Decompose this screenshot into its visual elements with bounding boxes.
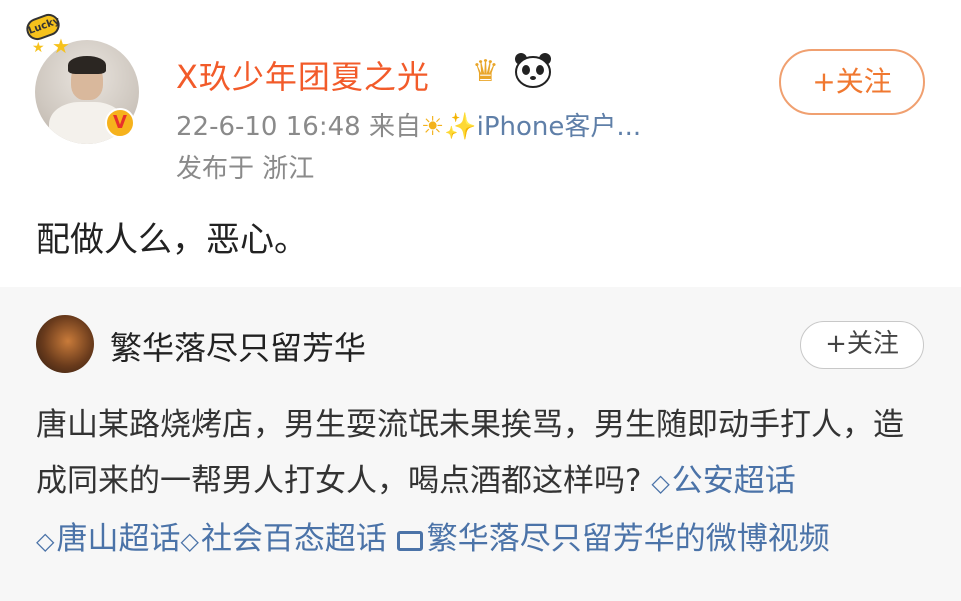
star-icon: ★	[52, 34, 70, 58]
crown-icon: ♛	[472, 54, 499, 89]
video-link[interactable]: 繁华落尽只留芳华的微博视频	[396, 521, 830, 557]
lucky-sticker-icon: Lucky ★ ★	[23, 10, 72, 58]
repost-follow-button[interactable]: +关注	[800, 321, 924, 369]
repost-content: 唐山某路烧烤店，男生耍流氓未果挨骂，男生随即动手打人，造成同来的一帮男人打女人，…	[36, 397, 926, 569]
diamond-icon: ◇	[651, 469, 670, 497]
supertopic-label: 唐山超话	[56, 521, 181, 557]
reposted-card[interactable]: 繁华落尽只留芳华 +关注 唐山某路烧烤店，男生耍流氓未果挨骂，男生随即动手打人，…	[0, 287, 961, 601]
source-link[interactable]: iPhone客户...	[477, 112, 642, 142]
post-content: 配做人么，恶心。	[36, 220, 308, 260]
diamond-icon: ◇	[180, 527, 199, 555]
supertopic-label: 公安超话	[671, 463, 796, 499]
post-meta: 22-6-10 16:48 来自☀✨iPhone客户...	[176, 106, 641, 143]
panda-icon	[515, 53, 551, 88]
follow-button[interactable]: +关注	[779, 49, 925, 115]
supertopic-link[interactable]: ◇公安超话	[651, 463, 795, 499]
video-link-label: 繁华落尽只留芳华的微博视频	[426, 521, 830, 557]
supertopic-link[interactable]: ◇唐山超话	[36, 521, 180, 557]
verified-badge-icon: V	[105, 108, 135, 138]
post-location: 发布于 浙江	[176, 154, 315, 184]
supertopic-link[interactable]: ◇社会百态超话	[180, 521, 386, 557]
weibo-post: Lucky ★ ★ V X玖少年团夏之光 ♛ 22-6-10 16:48 来自☀…	[0, 0, 961, 287]
source-prefix: 来自	[368, 112, 421, 142]
supertopic-label: 社会百态超话	[200, 521, 387, 557]
repost-username[interactable]: 繁华落尽只留芳华	[110, 323, 366, 369]
post-username[interactable]: X玖少年团夏之光	[176, 52, 430, 98]
repost-avatar[interactable]	[36, 315, 94, 373]
avatar-hair	[68, 56, 106, 74]
star-icon: ★	[32, 40, 45, 56]
sparkle-icon: ✨	[444, 112, 477, 142]
diamond-icon: ◇	[36, 527, 55, 555]
video-icon	[396, 531, 423, 551]
sun-icon: ☀	[420, 112, 445, 142]
post-timestamp: 22-6-10 16:48	[176, 112, 361, 142]
